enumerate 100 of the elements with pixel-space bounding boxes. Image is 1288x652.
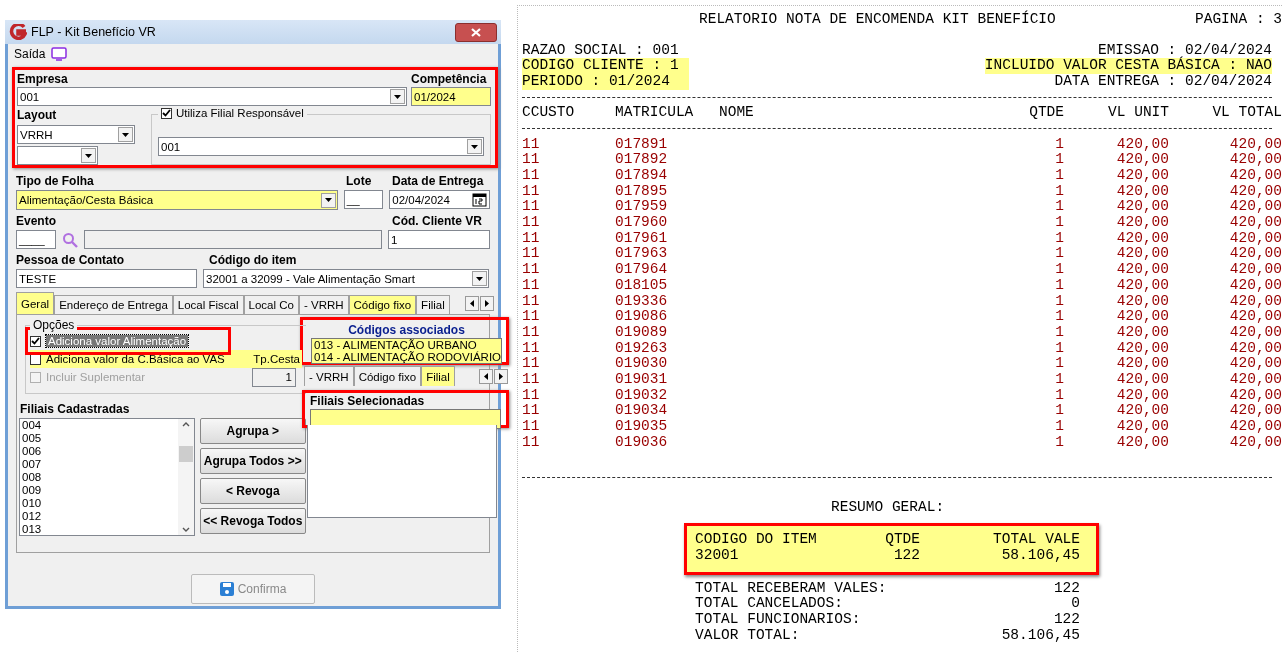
total-label: TOTAL RECEBERAM VALES: (695, 580, 888, 597)
list-item[interactable]: 013 (22, 523, 178, 536)
table-cell-text: 019089 (615, 324, 669, 341)
table-cell-text: 11 (522, 324, 541, 341)
list-item[interactable]: 014 - ALIMENTAÇÃO RODOVIÁRIO (312, 351, 502, 363)
table-cell-text: 019034 (615, 403, 669, 420)
table-cell-text: 420,00 (1115, 356, 1169, 373)
list-item[interactable]: 004 (22, 419, 178, 432)
list-item[interactable]: 007 (22, 458, 178, 471)
table-cell-text: 017959 (615, 199, 669, 216)
contact-field[interactable]: TESTE (16, 269, 197, 288)
table-cell-text: 018105 (615, 277, 669, 294)
table-cell-text: 017892 (615, 152, 669, 168)
table-cell-text: 420,00 (1115, 136, 1169, 153)
checkbox[interactable] (30, 335, 41, 347)
field-label: Pessoa de Contato (16, 253, 126, 268)
table-cell-text: 019336 (615, 293, 669, 310)
table-cell-text: 420,00 (1228, 372, 1282, 388)
calendar-icon[interactable] (472, 192, 487, 207)
monitor-icon[interactable] (51, 47, 68, 61)
table-cell-text: 420,00 (1115, 387, 1169, 404)
action-button[interactable]: < Revoga (199, 478, 306, 504)
table-cell-text: 11 (522, 277, 541, 294)
search-icon[interactable] (62, 231, 78, 248)
list-item[interactable]: 005 (22, 432, 178, 445)
table-cell-text: 017894 (615, 167, 669, 184)
tab[interactable]: Código fixo (353, 366, 422, 386)
table-cell-text: 017963 (615, 246, 669, 263)
action-button[interactable]: Agrupa Todos >> (199, 448, 306, 474)
client-code-field[interactable]: 1 (388, 230, 490, 249)
field-label: Tipo de Folha (16, 174, 95, 189)
list-item[interactable]: 009 (22, 484, 178, 497)
tab[interactable]: - VRRH (298, 295, 349, 314)
table-cell-text: 1 (1054, 309, 1064, 325)
table-cell-text: 1 (1054, 324, 1064, 341)
total-value: 58.106,45 (1000, 627, 1080, 644)
table-cell-text: 11 (522, 262, 541, 278)
tab[interactable]: Código fixo (348, 295, 417, 314)
item-code-dropdown[interactable]: 32001 a 32099 - Vale Alimentação Smart (203, 269, 489, 288)
tab[interactable]: Filial (421, 366, 455, 386)
tab[interactable]: Geral (16, 292, 55, 314)
table-cell-text: 420,00 (1228, 246, 1282, 263)
tab[interactable]: Filial (416, 295, 450, 314)
list-item[interactable]: 010 (22, 497, 178, 510)
list-item[interactable]: 006 (22, 445, 178, 458)
table-cell-text: 017891 (615, 136, 669, 153)
layout-dropdown[interactable]: VRRH (17, 125, 135, 144)
checkbox-label: Adiciona valor Alimentação (46, 335, 189, 347)
table-cell-text: 1 (1054, 372, 1064, 388)
dropdown[interactable] (17, 146, 98, 165)
code-list[interactable]: 013 - ALIMENTAÇÃO URBANO 014 - ALIMENTAÇÃO RODOVIÁRIO (311, 338, 503, 364)
table-cell-text: 11 (522, 167, 541, 184)
lote-field[interactable]: __ (343, 190, 384, 209)
tab[interactable]: - VRRH (304, 366, 354, 386)
tab[interactable]: Local Co (243, 295, 299, 314)
tipo-folha-dropdown[interactable]: Alimentação/Cesta Básica (16, 190, 338, 210)
empresa-dropdown[interactable]: 001 (17, 87, 407, 106)
list-title: Códigos associados (347, 323, 466, 338)
table-cell-text: 1 (1054, 246, 1064, 263)
table-cell-text: 1 (1054, 419, 1064, 435)
competencia-field[interactable]: 01/2024 (411, 87, 491, 106)
scroll-left-icon[interactable] (479, 368, 494, 384)
table-cell-text: 11 (522, 293, 541, 310)
table-cell-text: 420,00 (1115, 372, 1169, 388)
list-item[interactable]: 008 (22, 471, 178, 484)
tab[interactable]: Endereço de Entrega (54, 295, 173, 314)
scrollbar[interactable] (177, 419, 194, 535)
table-cell-text: 019030 (615, 356, 669, 373)
table-cell-text: 019032 (615, 387, 669, 404)
checkbox[interactable] (161, 107, 172, 119)
scroll-right-icon[interactable] (494, 368, 509, 384)
table-cell-text: 019035 (615, 419, 669, 435)
table-cell-text: 420,00 (1115, 324, 1169, 341)
menu-item[interactable]: Saída (14, 47, 46, 61)
date-field[interactable]: 02/04/2024 (389, 190, 490, 209)
total-label: TOTAL CANCELADOS: (695, 596, 844, 613)
table-cell-text: 32001 (695, 548, 740, 564)
table-cell-text: 11 (522, 434, 541, 451)
total-value: 122 (1052, 580, 1080, 597)
checkbox[interactable] (30, 353, 41, 365)
column-header: QTDE (884, 532, 920, 548)
tab[interactable]: Local Fiscal (172, 295, 244, 314)
close-button[interactable] (455, 22, 497, 42)
scroll-left-icon[interactable] (465, 295, 479, 311)
filial-dropdown[interactable]: 001 (158, 137, 484, 156)
action-button[interactable]: Agrupa > (199, 418, 306, 444)
list-box[interactable] (307, 425, 498, 518)
scroll-right-icon[interactable] (480, 295, 494, 311)
table-cell-text: 420,00 (1228, 434, 1282, 451)
list-item[interactable]: 012 (22, 510, 178, 523)
checkbox-label: Adiciona valor da C.Básica ao VAS (46, 353, 225, 365)
summary-title: RESUMO GERAL: (831, 499, 946, 516)
list-item[interactable]: 013 - ALIMENTAÇÃO URBANO (312, 339, 502, 351)
scrollbar-thumb[interactable] (178, 446, 193, 462)
action-button[interactable]: << Revoga Todos (199, 508, 306, 534)
table-cell-text: 11 (522, 372, 541, 388)
table-cell-text: 420,00 (1115, 152, 1169, 168)
table-cell-text: 420,00 (1115, 199, 1169, 216)
evento-field[interactable]: ____ (16, 230, 56, 249)
table-cell-text: 420,00 (1115, 167, 1169, 184)
